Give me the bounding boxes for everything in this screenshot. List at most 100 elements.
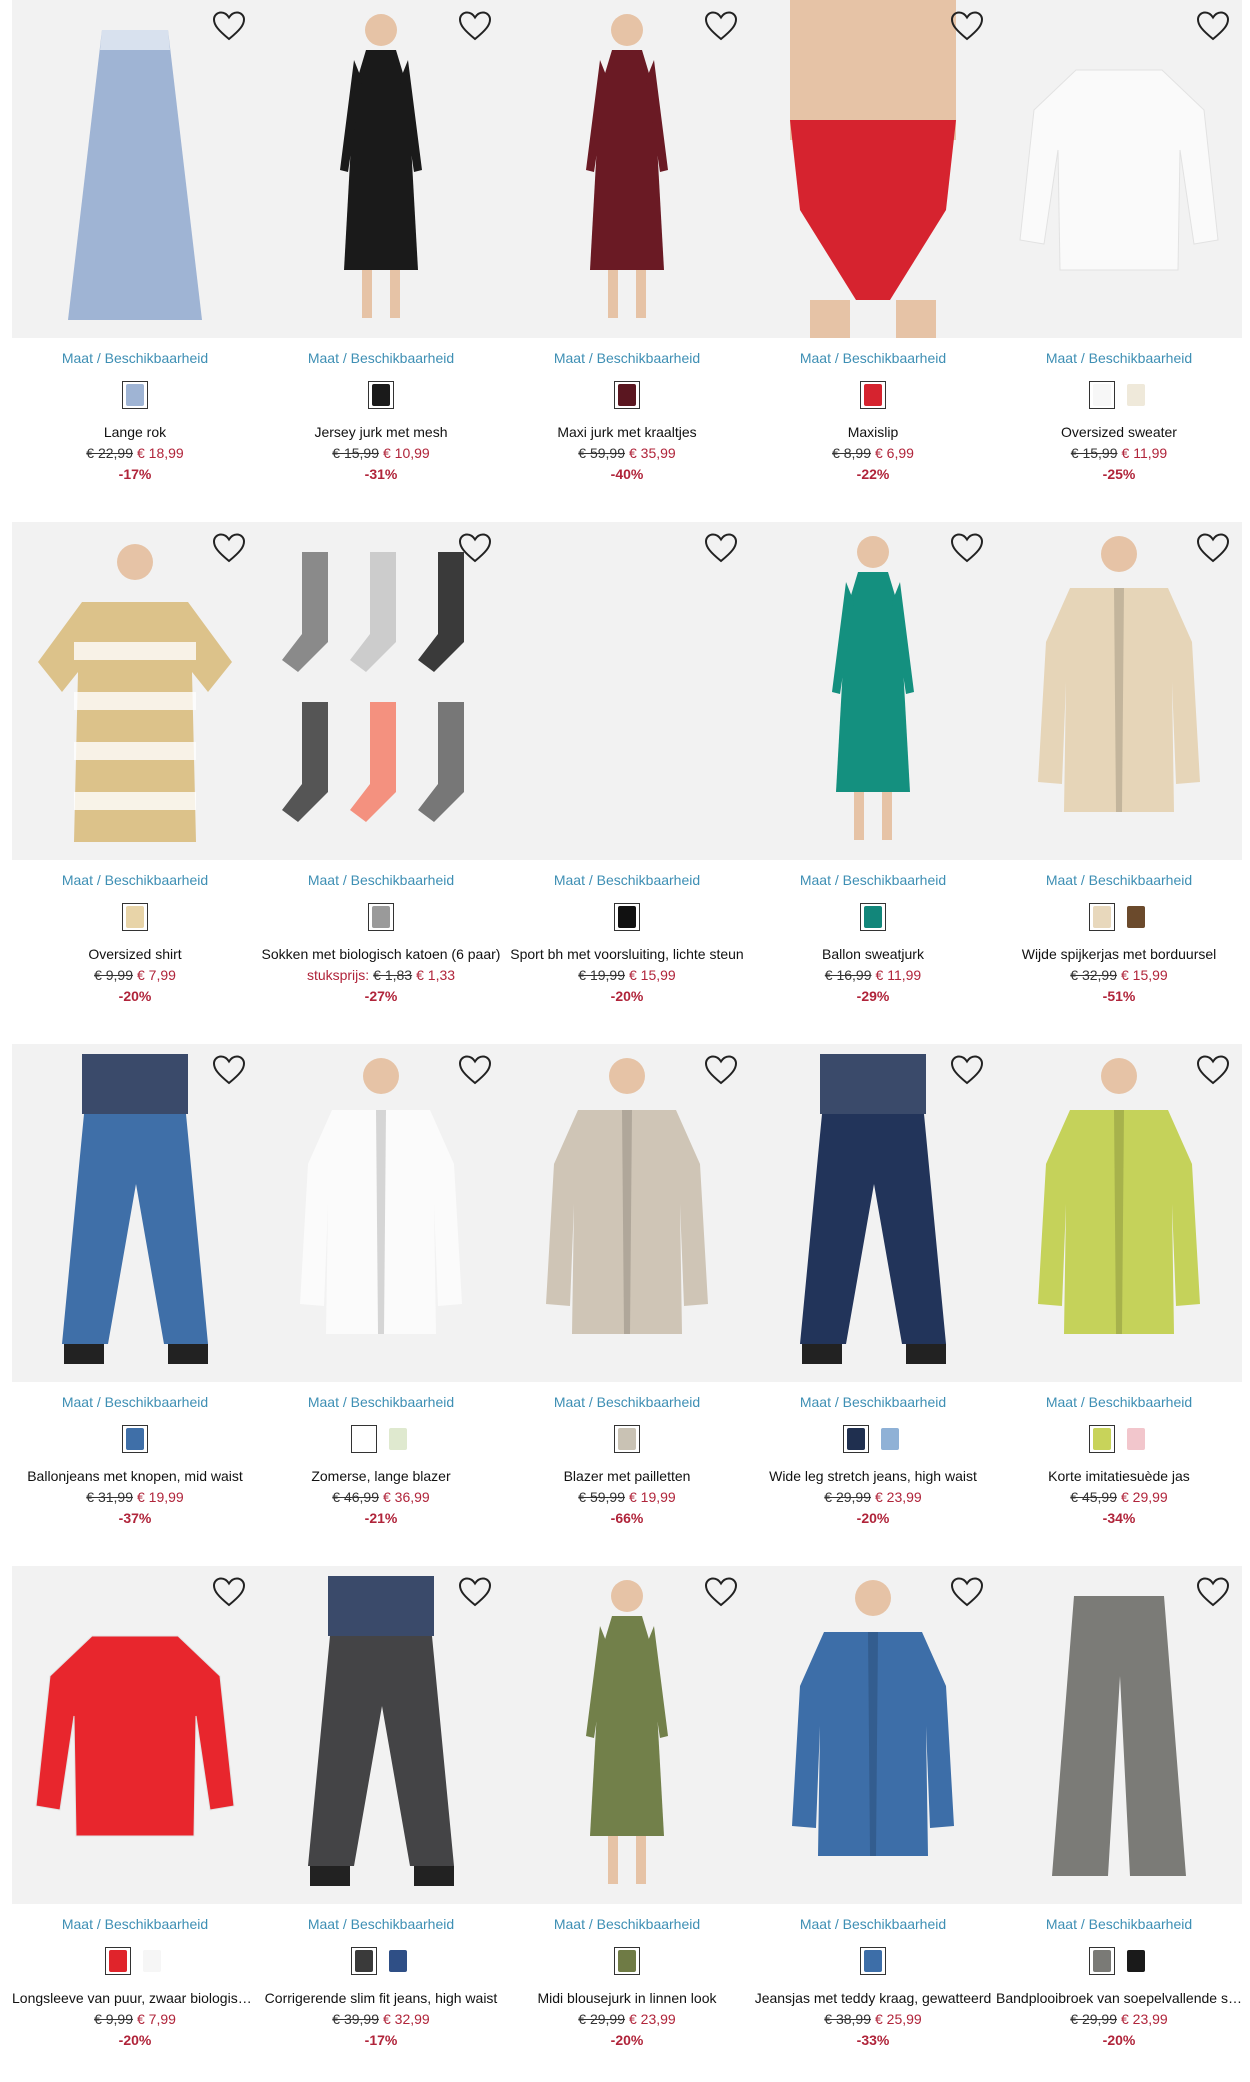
product-image[interactable] <box>12 522 258 860</box>
wishlist-heart-icon[interactable] <box>212 1054 246 1086</box>
product-image[interactable] <box>12 1044 258 1382</box>
color-swatch[interactable] <box>122 903 148 931</box>
wishlist-heart-icon[interactable] <box>950 1054 984 1086</box>
color-swatch[interactable] <box>1089 1425 1115 1453</box>
product-card[interactable]: Maat / Beschikbaarheid Oversized sweater €… <box>996 0 1242 500</box>
size-availability-link[interactable]: Maat / Beschikbaarheid <box>12 1916 258 1932</box>
color-swatch[interactable] <box>614 903 640 931</box>
product-image[interactable] <box>996 1566 1242 1904</box>
product-card[interactable]: Maat / Beschikbaarheid Ballonjeans met kn… <box>12 1044 258 1544</box>
product-card[interactable]: Maat / Beschikbaarheid Ballon sweatjurk € … <box>750 522 996 1022</box>
product-image[interactable] <box>258 1566 504 1904</box>
product-card[interactable]: Maat / Beschikbaarheid Maxi jurk met kraa… <box>504 0 750 500</box>
size-availability-link[interactable]: Maat / Beschikbaarheid <box>750 872 996 888</box>
product-card[interactable]: Maat / Beschikbaarheid Lange rok € 22,99 € … <box>12 0 258 500</box>
product-card[interactable]: Maat / Beschikbaarheid Jersey jurk met me… <box>258 0 504 500</box>
size-availability-link[interactable]: Maat / Beschikbaarheid <box>504 350 750 366</box>
product-card[interactable]: Maat / Beschikbaarheid Oversized shirt € 9… <box>12 522 258 1022</box>
wishlist-heart-icon[interactable] <box>212 1576 246 1608</box>
color-swatch[interactable] <box>843 1425 869 1453</box>
wishlist-heart-icon[interactable] <box>458 1576 492 1608</box>
product-card[interactable]: Maat / Beschikbaarheid Zomerse, lange bla… <box>258 1044 504 1544</box>
product-image[interactable] <box>996 1044 1242 1382</box>
wishlist-heart-icon[interactable] <box>950 1576 984 1608</box>
size-availability-link[interactable]: Maat / Beschikbaarheid <box>12 1394 258 1410</box>
wishlist-heart-icon[interactable] <box>1196 10 1230 42</box>
product-name[interactable]: Zomerse, lange blazer <box>258 1468 504 1484</box>
color-swatch[interactable] <box>1123 903 1149 931</box>
wishlist-heart-icon[interactable] <box>1196 1576 1230 1608</box>
color-swatch[interactable] <box>860 903 886 931</box>
size-availability-link[interactable]: Maat / Beschikbaarheid <box>750 1394 996 1410</box>
wishlist-heart-icon[interactable] <box>704 1054 738 1086</box>
product-name[interactable]: Lange rok <box>12 424 258 440</box>
size-availability-link[interactable]: Maat / Beschikbaarheid <box>258 350 504 366</box>
product-name[interactable]: Bandplooibroek van soepelvallende stof <box>996 1990 1242 2006</box>
size-availability-link[interactable]: Maat / Beschikbaarheid <box>12 350 258 366</box>
product-name[interactable]: Jersey jurk met mesh <box>258 424 504 440</box>
wishlist-heart-icon[interactable] <box>212 532 246 564</box>
size-availability-link[interactable]: Maat / Beschikbaarheid <box>996 1916 1242 1932</box>
product-card[interactable]: Maat / Beschikbaarheid Sokken met biologi… <box>258 522 504 1022</box>
wishlist-heart-icon[interactable] <box>704 10 738 42</box>
product-card[interactable]: Maat / Beschikbaarheid Jeansjas met teddy… <box>750 1566 996 2066</box>
product-card[interactable]: Maat / Beschikbaarheid Midi blousejurk in… <box>504 1566 750 2066</box>
color-swatch[interactable] <box>860 381 886 409</box>
wishlist-heart-icon[interactable] <box>458 532 492 564</box>
color-swatch[interactable] <box>1123 1425 1149 1453</box>
product-name[interactable]: Sokken met biologisch katoen (6 paar) <box>258 946 504 962</box>
product-card[interactable]: Maat / Beschikbaarheid Korte imitatiesuèd… <box>996 1044 1242 1544</box>
product-name[interactable]: Ballonjeans met knopen, mid waist <box>12 1468 258 1484</box>
color-swatch[interactable] <box>1123 381 1149 409</box>
wishlist-heart-icon[interactable] <box>458 1054 492 1086</box>
product-image[interactable] <box>504 1044 750 1382</box>
color-swatch[interactable] <box>385 1425 411 1453</box>
product-image[interactable] <box>750 1566 996 1904</box>
color-swatch[interactable] <box>614 1425 640 1453</box>
product-card[interactable]: Maat / Beschikbaarheid Wide leg stretch j… <box>750 1044 996 1544</box>
wishlist-heart-icon[interactable] <box>950 10 984 42</box>
color-swatch[interactable] <box>385 1947 411 1975</box>
size-availability-link[interactable]: Maat / Beschikbaarheid <box>12 872 258 888</box>
product-card[interactable]: Maat / Beschikbaarheid Longsleeve van puu… <box>12 1566 258 2066</box>
color-swatch[interactable] <box>105 1947 131 1975</box>
wishlist-heart-icon[interactable] <box>704 1576 738 1608</box>
size-availability-link[interactable]: Maat / Beschikbaarheid <box>258 872 504 888</box>
product-card[interactable]: Maat / Beschikbaarheid Bandplooibroek van… <box>996 1566 1242 2066</box>
product-image[interactable] <box>258 1044 504 1382</box>
color-swatch[interactable] <box>368 903 394 931</box>
color-swatch[interactable] <box>351 1425 377 1453</box>
product-name[interactable]: Wijde spijkerjas met borduursel <box>996 946 1242 962</box>
wishlist-heart-icon[interactable] <box>950 532 984 564</box>
color-swatch[interactable] <box>1089 381 1115 409</box>
product-card[interactable]: Maat / Beschikbaarheid Corrigerende slim … <box>258 1566 504 2066</box>
product-name[interactable]: Oversized sweater <box>996 424 1242 440</box>
wishlist-heart-icon[interactable] <box>704 532 738 564</box>
size-availability-link[interactable]: Maat / Beschikbaarheid <box>750 1916 996 1932</box>
color-swatch[interactable] <box>368 381 394 409</box>
size-availability-link[interactable]: Maat / Beschikbaarheid <box>258 1916 504 1932</box>
product-image[interactable] <box>504 1566 750 1904</box>
wishlist-heart-icon[interactable] <box>1196 532 1230 564</box>
product-image[interactable] <box>258 0 504 338</box>
color-swatch[interactable] <box>1089 1947 1115 1975</box>
product-image[interactable] <box>750 522 996 860</box>
product-name[interactable]: Maxislip <box>750 424 996 440</box>
color-swatch[interactable] <box>860 1947 886 1975</box>
product-name[interactable]: Midi blousejurk in linnen look <box>504 1990 750 2006</box>
color-swatch[interactable] <box>614 381 640 409</box>
product-image[interactable] <box>504 522 750 860</box>
color-swatch[interactable] <box>1089 903 1115 931</box>
color-swatch[interactable] <box>122 381 148 409</box>
wishlist-heart-icon[interactable] <box>212 10 246 42</box>
product-card[interactable]: Maat / Beschikbaarheid Wijde spijkerjas m… <box>996 522 1242 1022</box>
size-availability-link[interactable]: Maat / Beschikbaarheid <box>504 1394 750 1410</box>
product-card[interactable]: Maat / Beschikbaarheid Blazer met paillet… <box>504 1044 750 1544</box>
size-availability-link[interactable]: Maat / Beschikbaarheid <box>996 350 1242 366</box>
product-name[interactable]: Blazer met pailletten <box>504 1468 750 1484</box>
size-availability-link[interactable]: Maat / Beschikbaarheid <box>504 1916 750 1932</box>
size-availability-link[interactable]: Maat / Beschikbaarheid <box>504 872 750 888</box>
color-swatch[interactable] <box>614 1947 640 1975</box>
product-image[interactable] <box>12 1566 258 1904</box>
color-swatch[interactable] <box>1123 1947 1149 1975</box>
